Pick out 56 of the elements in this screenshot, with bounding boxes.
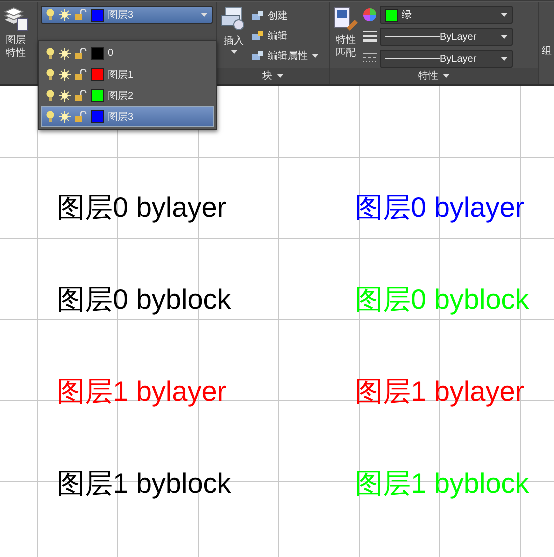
- unlocked-padlock-icon[interactable]: [75, 9, 87, 22]
- properties-panel-title[interactable]: 特性: [330, 68, 538, 84]
- caret-icon: [501, 13, 508, 18]
- caret-icon: [276, 74, 284, 78]
- color-dropdown[interactable]: 绿: [380, 6, 513, 24]
- unlocked-padlock-icon[interactable]: [75, 68, 87, 80]
- block-icon: [252, 51, 264, 62]
- layer-properties-button[interactable]: 图层特性: [3, 6, 29, 60]
- sun-icon[interactable]: [59, 48, 71, 60]
- drawing-text: 图层0 byblock: [57, 283, 232, 315]
- block-tool-button[interactable]: 编辑: [252, 26, 319, 46]
- layer-dropdown[interactable]: 图层3: [41, 6, 213, 24]
- lightbulb-icon[interactable]: [46, 48, 55, 60]
- drawing-text: 图层1 byblock: [355, 467, 530, 499]
- line-sample-icon: [385, 58, 440, 60]
- linetype-dropdown[interactable]: ByLayer: [380, 50, 513, 68]
- sun-icon[interactable]: [59, 110, 71, 122]
- color-wheel-icon: [363, 8, 377, 22]
- lightbulb-icon[interactable]: [46, 9, 55, 22]
- match-properties-button[interactable]: 特性匹配: [333, 6, 359, 60]
- caret-icon: [312, 54, 319, 58]
- sun-icon[interactable]: [59, 9, 71, 22]
- caret-icon: [442, 74, 450, 78]
- drawing-text: 图层1 bylayer: [57, 375, 227, 407]
- lineweight-icon: [363, 31, 377, 44]
- caret-icon: [501, 57, 508, 62]
- block-icon: [252, 11, 264, 22]
- caret-icon: [201, 13, 208, 18]
- insert-button[interactable]: 插入: [220, 6, 248, 54]
- caret-icon: [230, 50, 238, 54]
- lightbulb-icon[interactable]: [46, 90, 55, 102]
- block-tool-button[interactable]: 创建: [252, 6, 319, 26]
- layer-list-item[interactable]: 图层1: [41, 64, 214, 85]
- block-panel-title[interactable]: 块: [217, 68, 329, 84]
- drawing-text: 图层1 byblock: [57, 467, 232, 499]
- unlocked-padlock-icon[interactable]: [75, 90, 87, 102]
- unlocked-padlock-icon[interactable]: [75, 110, 87, 122]
- drawing-text: 图层1 bylayer: [355, 375, 525, 407]
- layer-list-item[interactable]: 图层2: [41, 85, 214, 106]
- drawing-text: 图层0 bylayer: [355, 191, 525, 223]
- line-sample-icon: [385, 36, 440, 38]
- sun-icon[interactable]: [59, 68, 71, 80]
- lightbulb-icon[interactable]: [46, 110, 55, 122]
- lineweight-dropdown[interactable]: ByLayer: [380, 28, 513, 46]
- layer-list-item[interactable]: 0: [41, 43, 214, 64]
- drawing-text: 图层0 bylayer: [57, 191, 227, 223]
- block-tool-button[interactable]: 编辑属性: [252, 46, 319, 66]
- block-icon: [252, 31, 264, 42]
- layer-stack-icon: [3, 6, 29, 32]
- drawing-text: 图层0 byblock: [355, 283, 530, 315]
- paintbrush-sheet-icon: [333, 6, 359, 32]
- caret-icon: [501, 35, 508, 40]
- sun-icon[interactable]: [59, 90, 71, 102]
- lightbulb-icon[interactable]: [46, 68, 55, 80]
- unlocked-padlock-icon[interactable]: [75, 48, 87, 60]
- group-button-label[interactable]: 组: [542, 44, 552, 58]
